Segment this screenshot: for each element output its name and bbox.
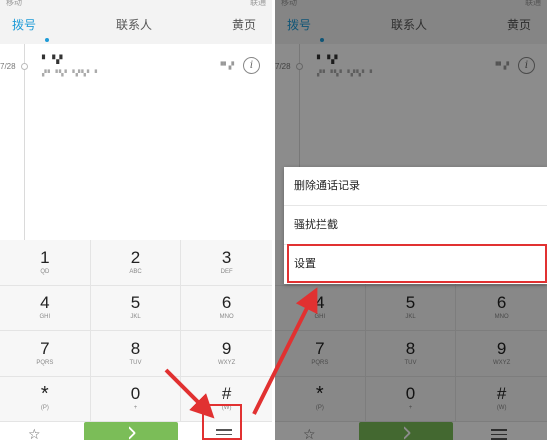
annotation-arrows <box>164 287 318 419</box>
arrow-to-settings <box>252 287 318 415</box>
arrow-to-menu-button <box>164 368 215 419</box>
